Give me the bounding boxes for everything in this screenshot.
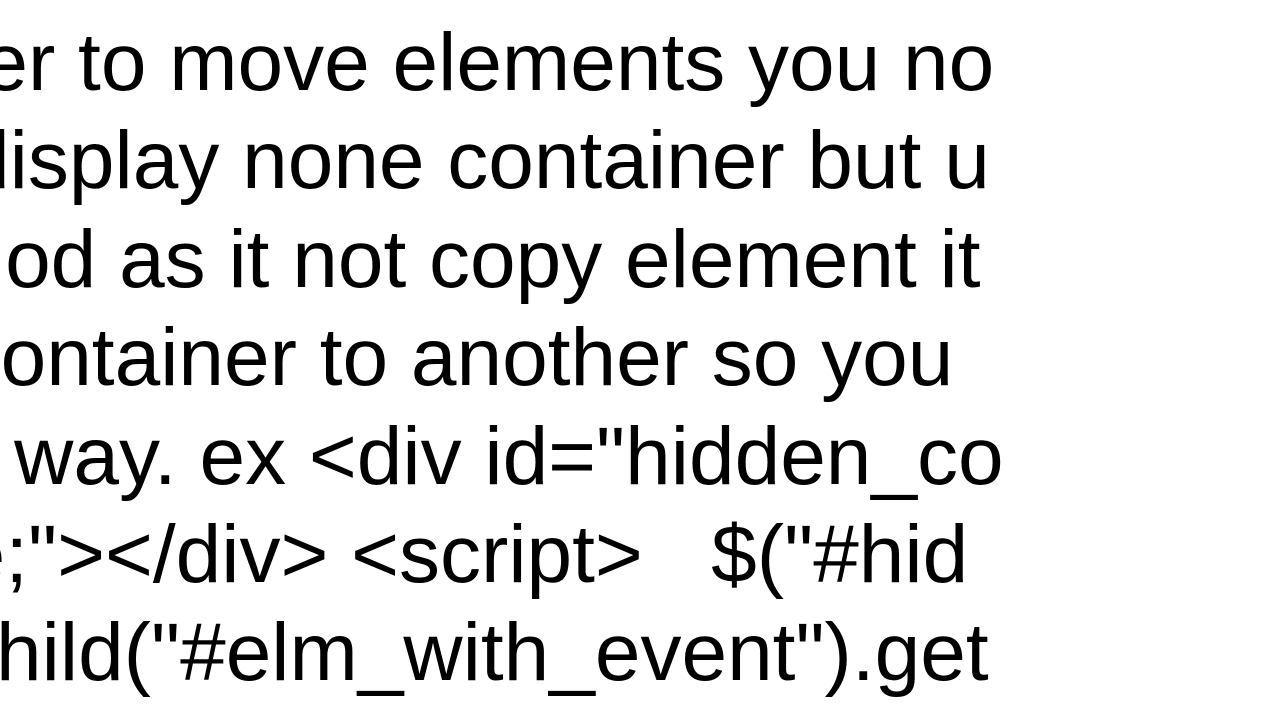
- cropped-text-block: better to move elements you no ther disp…: [0, 14, 1004, 703]
